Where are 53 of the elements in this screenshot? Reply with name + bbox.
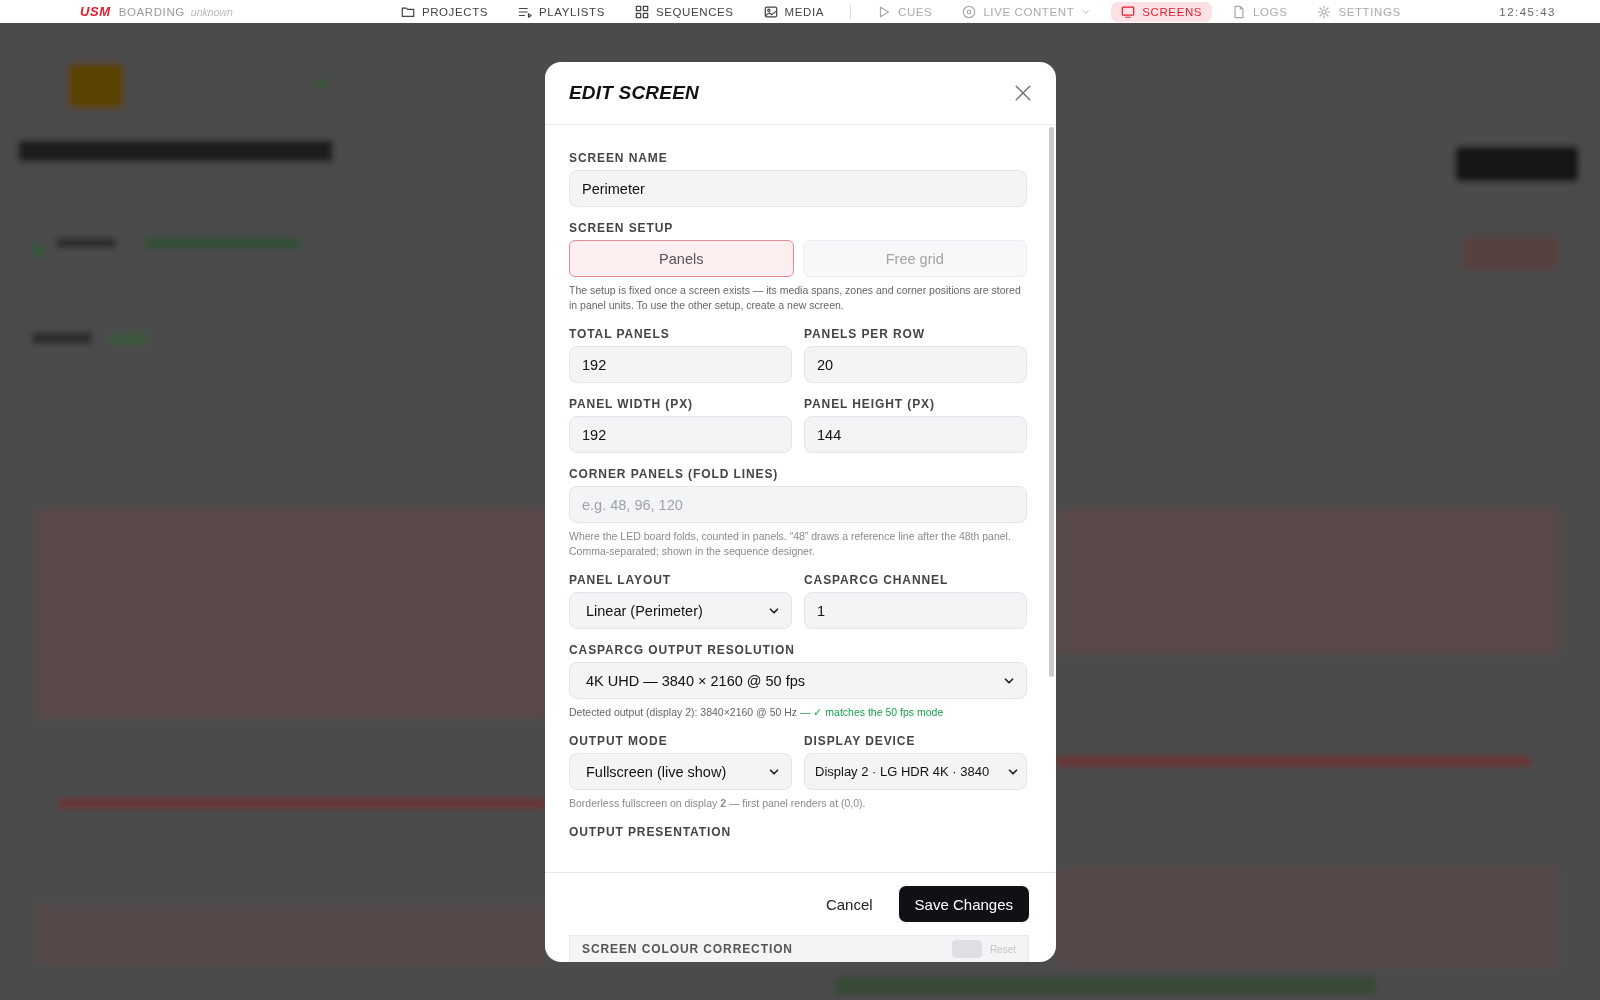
help-text: The setup is fixed once a screen exists — its media spans, zones and corner positions are stored in panel units. To use the other setup, create a new screen. xyxy=(569,283,1022,313)
input-field[interactable]: 1 xyxy=(804,592,1027,629)
nav-tab[interactable]: PROJECTS xyxy=(390,1,499,22)
section-label: BOARDING xyxy=(118,5,185,18)
document-icon xyxy=(1232,4,1247,19)
nav-tab[interactable]: PLAYLISTS xyxy=(508,1,615,22)
section-heading: OUTPUT PRESENTATION xyxy=(569,825,732,839)
field-label: DISPLAY DEVICE xyxy=(804,734,917,748)
nav-tab[interactable]: MEDIA xyxy=(753,1,834,22)
setup-option[interactable]: Panels xyxy=(569,240,794,277)
field-label: TOTAL PANELS xyxy=(569,327,671,341)
field-label: PANEL WIDTH (PX) xyxy=(569,397,694,411)
clock: 12:45:43 xyxy=(1499,5,1556,18)
field-label: PANEL HEIGHT (PX) xyxy=(804,397,936,411)
cancel-button[interactable]: Cancel xyxy=(815,887,883,921)
field-label: PANEL LAYOUT xyxy=(569,573,672,587)
logo: USM xyxy=(80,4,111,19)
monitor-icon xyxy=(1121,4,1136,19)
dialog-title: EDIT SCREEN xyxy=(569,82,699,104)
nav-tab[interactable]: SEQUENCES xyxy=(624,1,744,22)
input-field[interactable]: 20 xyxy=(804,346,1027,383)
close-button[interactable] xyxy=(1014,84,1032,102)
help-text: Borderless fullscreen on display 2 — first panel renders at (0,0). xyxy=(569,796,867,811)
field-label: CASPARCG OUTPUT RESOLUTION xyxy=(569,643,796,657)
help-text: Detected output (display 2): 3840×2160 @ 50 Hz — ✓ matches the 50 fps mode xyxy=(569,705,945,720)
select-field[interactable]: Fullscreen (live show) xyxy=(569,753,792,790)
folder-icon xyxy=(400,4,415,19)
input-field[interactable]: e.g. 48, 96, 120 xyxy=(569,486,1027,523)
broadcast-icon xyxy=(962,4,977,19)
save-button[interactable]: Save Changes xyxy=(898,886,1029,922)
field-label: SCREEN NAME xyxy=(569,151,669,165)
close-icon xyxy=(1014,84,1032,102)
field-label: PANELS PER ROW xyxy=(804,327,927,341)
grid-icon xyxy=(634,4,649,19)
status-label: unknown xyxy=(190,5,233,18)
nav-tab[interactable]: SCREENS xyxy=(1111,1,1213,22)
select-field[interactable]: Display 2 · LG HDR 4K · 3840 xyxy=(804,753,1027,790)
scrollbar[interactable] xyxy=(1049,127,1054,677)
input-field[interactable]: Perimeter xyxy=(569,170,1027,207)
field-label: SCREEN SETUP xyxy=(569,221,675,235)
field-label: OUTPUT MODE xyxy=(569,734,669,748)
input-field[interactable]: 144 xyxy=(804,416,1027,453)
input-field[interactable]: 192 xyxy=(569,416,792,453)
select-field[interactable]: 4K UHD — 3840 × 2160 @ 50 fps xyxy=(569,662,1027,699)
field-label: CASPARCG CHANNEL xyxy=(804,573,950,587)
field-label: CORNER PANELS (FOLD LINES) xyxy=(569,467,780,481)
section-heading: SCREEN COLOUR CORRECTION xyxy=(582,942,794,956)
select-field[interactable]: Linear (Perimeter) xyxy=(569,592,792,629)
help-text: Where the LED board folds, counted in panels. “48” draws a reference line after the 48th panel. Comma-separated; shown in the sequence designer. xyxy=(569,529,1012,559)
image-icon xyxy=(763,4,778,19)
input-field[interactable]: 192 xyxy=(569,346,792,383)
settings-icon xyxy=(1317,4,1332,19)
play-icon xyxy=(877,4,891,19)
